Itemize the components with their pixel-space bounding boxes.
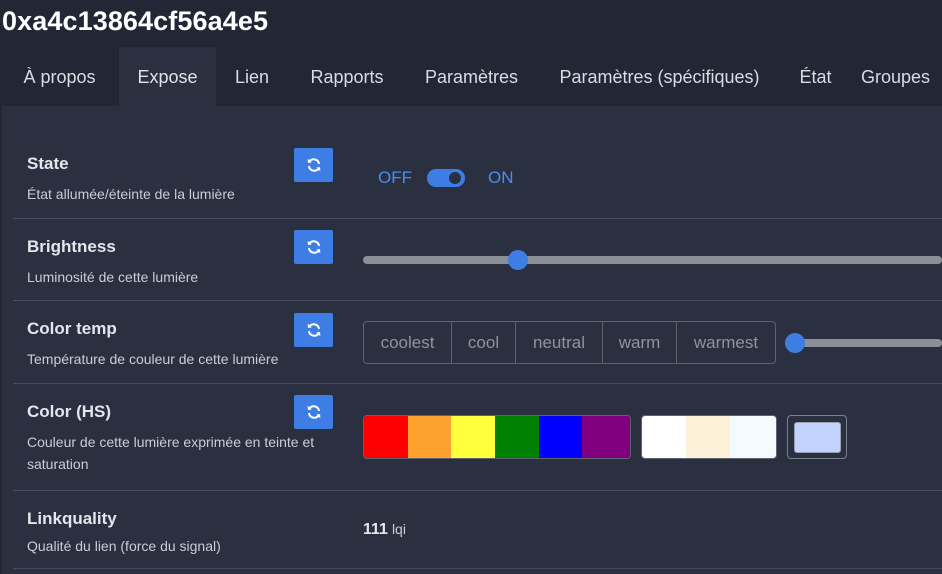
feature-title: Brightness (27, 237, 116, 256)
on-label[interactable]: ON (488, 168, 514, 188)
color-temp-slider-thumb[interactable] (785, 333, 805, 353)
tab-state[interactable]: État (782, 47, 849, 106)
preset-neutral-button[interactable]: neutral (516, 322, 603, 363)
feature-title: Color (HS) (27, 402, 112, 421)
feature-description: État allumée/éteinte de la lumière (27, 186, 235, 202)
preset-warm-button[interactable]: warm (603, 322, 677, 363)
color-swatch-orange[interactable] (407, 416, 452, 458)
color-swatch-yellow[interactable] (451, 416, 496, 458)
hue-swatch-group (363, 415, 631, 459)
brightness-slider-thumb[interactable] (508, 250, 529, 270)
tab-expose[interactable]: Expose (119, 47, 216, 106)
feature-description: Température de couleur de cette lumière (27, 351, 279, 367)
color-swatch-warm-white[interactable] (686, 416, 730, 458)
preset-warmest-button[interactable]: warmest (677, 322, 775, 363)
linkquality-value-group: 111 lqi (363, 521, 406, 539)
refresh-brightness-button[interactable] (294, 230, 333, 264)
feature-row-linkquality: Linkquality Qualité du lien (force du si… (13, 491, 942, 569)
color-swatch-blue[interactable] (538, 416, 583, 458)
linkquality-value: 111 (363, 521, 388, 538)
feature-row-state: State État allumée/éteinte de la lumière… (13, 106, 942, 219)
color-temp-slider[interactable] (785, 339, 942, 347)
color-swatch-cool-white[interactable] (729, 416, 776, 458)
color-swatch-red[interactable] (364, 416, 408, 458)
feature-row-color-temp: Color temp Température de couleur de cet… (13, 301, 942, 384)
expose-panel: State État allumée/éteinte de la lumière… (2, 106, 942, 574)
feature-title: Linkquality (27, 509, 117, 528)
tab-specific-settings[interactable]: Paramètres (spécifiques) (537, 47, 782, 106)
current-color-preview (793, 421, 841, 453)
feature-row-brightness: Brightness Luminosité de cette lumière (13, 219, 942, 301)
refresh-icon (307, 240, 320, 254)
color-swatch-purple[interactable] (582, 416, 630, 458)
refresh-color-hs-button[interactable] (294, 395, 333, 429)
refresh-icon (307, 158, 320, 172)
color-swatch-white[interactable] (642, 416, 687, 458)
tab-groups[interactable]: Groupes (849, 47, 942, 106)
color-swatch-green[interactable] (495, 416, 539, 458)
refresh-state-button[interactable] (294, 148, 333, 182)
tab-bar: À propos Expose Lien Rapports Paramètres… (0, 47, 942, 106)
brightness-slider[interactable] (363, 256, 942, 264)
state-toggle-group: OFF ON (378, 168, 514, 188)
tab-about[interactable]: À propos (0, 47, 119, 106)
feature-description: Luminosité de cette lumière (27, 269, 199, 285)
color-picker-button[interactable] (787, 415, 847, 459)
feature-title: Color temp (27, 319, 117, 338)
refresh-color-temp-button[interactable] (294, 313, 333, 347)
feature-title: State (27, 154, 69, 173)
tab-reports[interactable]: Rapports (288, 47, 406, 106)
preset-coolest-button[interactable]: coolest (364, 322, 452, 363)
feature-description: Qualité du lien (force du signal) (27, 538, 221, 554)
state-switch[interactable] (427, 169, 465, 187)
refresh-icon (307, 323, 320, 337)
device-title: 0xa4c13864cf56a4e5 (2, 6, 269, 36)
white-swatch-group (641, 415, 777, 459)
switch-knob (449, 172, 461, 184)
tab-link[interactable]: Lien (216, 47, 288, 106)
feature-row-color-hs: Color (HS) Couleur de cette lumière expr… (13, 384, 942, 491)
preset-cool-button[interactable]: cool (452, 322, 516, 363)
linkquality-unit: lqi (391, 521, 406, 537)
feature-description: Couleur de cette lumière exprimée en tei… (27, 434, 315, 472)
tab-settings[interactable]: Paramètres (406, 47, 537, 106)
color-temp-presets: coolest cool neutral warm warmest (363, 321, 776, 364)
refresh-icon (307, 405, 320, 419)
off-label[interactable]: OFF (378, 168, 412, 188)
